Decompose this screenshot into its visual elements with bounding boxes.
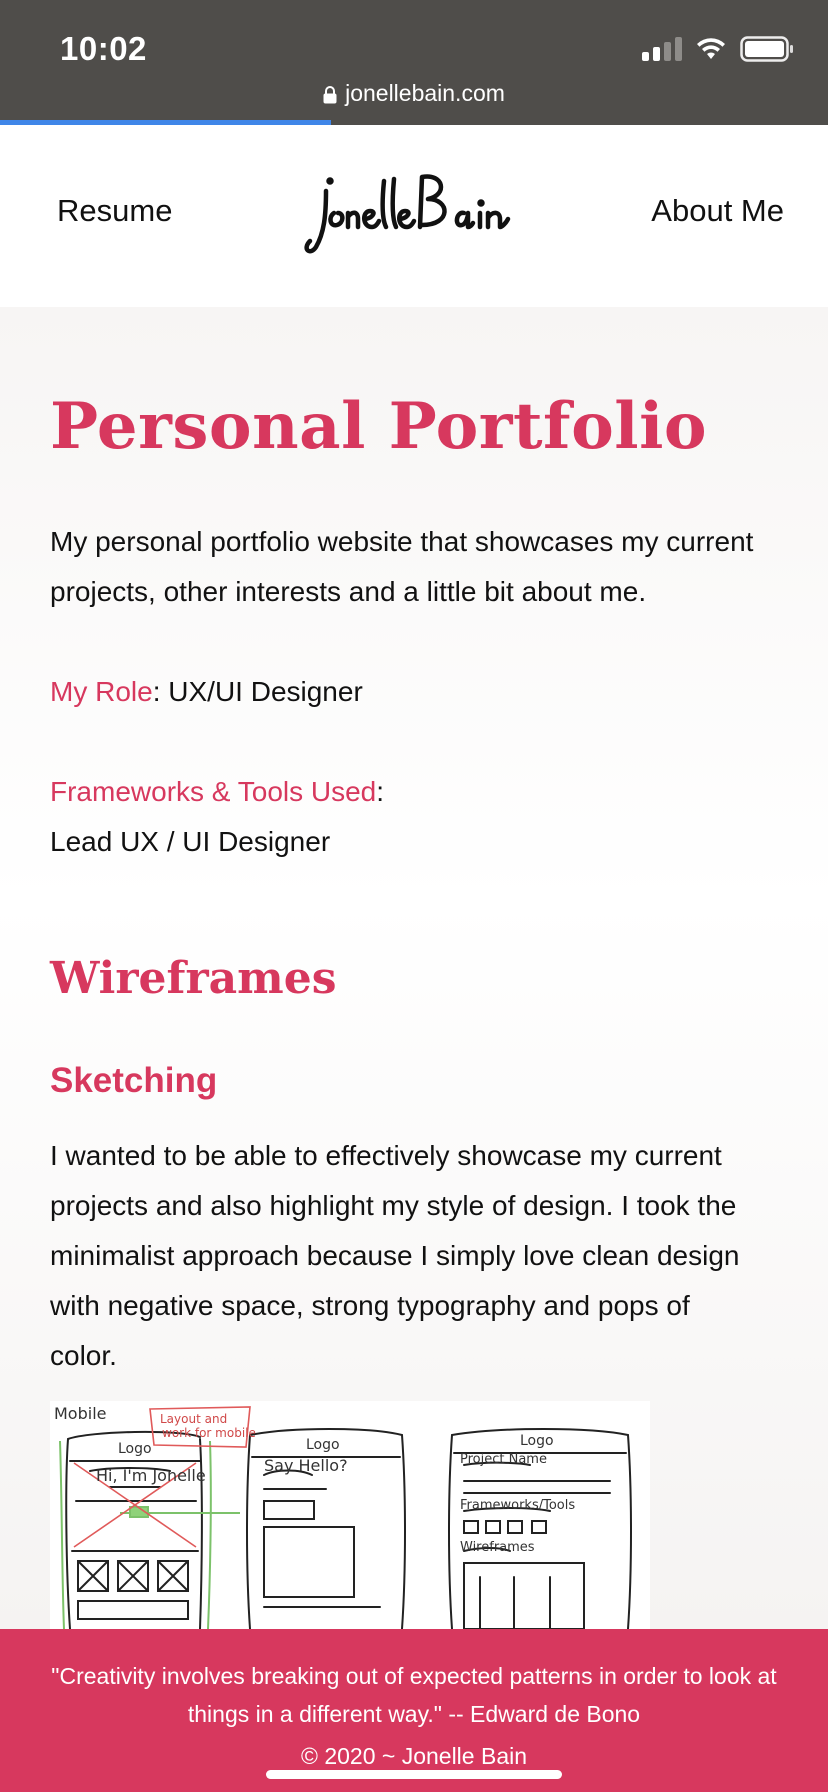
cellular-signal-icon <box>642 37 682 61</box>
svg-text:Logo: Logo <box>118 1441 152 1457</box>
home-indicator[interactable] <box>266 1770 562 1779</box>
svg-text:Logo: Logo <box>520 1433 554 1449</box>
tools-value: Lead UX / UI Designer <box>50 826 331 857</box>
role-label: My Role <box>50 676 153 707</box>
svg-text:Logo: Logo <box>306 1437 340 1453</box>
status-time: 10:02 <box>60 30 147 67</box>
status-icons <box>642 36 794 62</box>
svg-text:Wireframes: Wireframes <box>460 1540 535 1555</box>
svg-text:Mobile: Mobile <box>54 1404 106 1423</box>
footer-copyright: © 2020 ~ Jonelle Bain <box>300 1743 528 1769</box>
site-logo[interactable] <box>304 161 524 261</box>
sketching-paragraph: I wanted to be able to effectively showc… <box>50 1140 740 1371</box>
svg-text:Frameworks/Tools: Frameworks/Tools <box>460 1498 575 1513</box>
svg-text:Hi, I'm Jonelle: Hi, I'm Jonelle <box>96 1466 206 1485</box>
intro-paragraph: My personal portfolio website that showc… <box>50 526 754 607</box>
sketching-heading: Sketching <box>50 1061 218 1100</box>
svg-text:Say Hello?: Say Hello? <box>264 1456 348 1475</box>
site-footer: "Creativity involves breaking out of exp… <box>0 1629 828 1792</box>
status-bar: 10:02 jonellebain.com <box>0 0 828 125</box>
svg-text:Layout and: Layout and <box>160 1412 227 1426</box>
main-content: Personal Portfolio My personal portfolio… <box>0 307 828 1629</box>
url-text: jonellebain.com <box>345 80 505 106</box>
wifi-icon <box>697 38 725 59</box>
wireframe-sketch-image: Mobile Layout and work for mobile Logo H… <box>50 1401 650 1629</box>
svg-text:work for mobile: work for mobile <box>162 1426 256 1440</box>
role-line: My Role: UX/UI Designer <box>50 667 363 717</box>
tools-colon: : <box>376 776 385 807</box>
role-value: : UX/UI Designer <box>152 676 363 707</box>
nav-resume-link[interactable]: Resume <box>57 193 172 229</box>
footer-quote: "Creativity involves breaking out of exp… <box>51 1663 777 1727</box>
wireframes-heading: Wireframes <box>50 953 337 1004</box>
tools-line: Frameworks & Tools Used: <box>50 767 384 817</box>
nav-about-link[interactable]: About Me <box>651 193 784 229</box>
page-title: Personal Portfolio <box>50 389 708 464</box>
address-bar[interactable]: jonellebain.com <box>0 80 828 107</box>
battery-icon <box>740 36 793 62</box>
sketch-drawing: Mobile Layout and work for mobile Logo H… <box>54 1404 632 1629</box>
tools-label: Frameworks & Tools Used <box>50 776 377 807</box>
svg-text:Project Name: Project Name <box>460 1452 547 1467</box>
lock-icon <box>323 85 337 104</box>
site-header: Resume About Me <box>0 125 828 307</box>
